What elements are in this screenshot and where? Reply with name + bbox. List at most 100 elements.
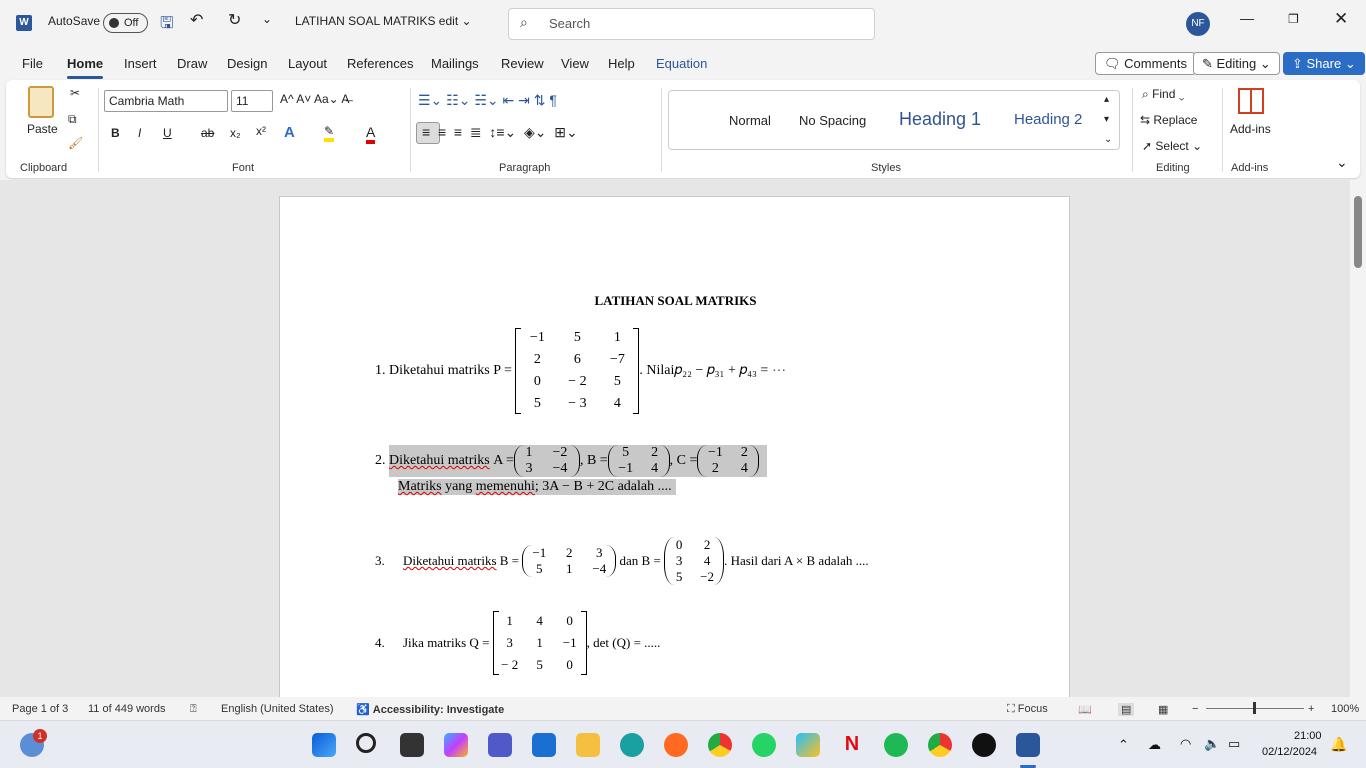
file-explorer-icon[interactable] <box>576 733 600 757</box>
zoom-out-icon[interactable]: − <box>1192 703 1198 715</box>
chrome-profile-icon[interactable] <box>928 733 952 757</box>
redo-icon[interactable]: ↻ <box>228 10 241 30</box>
editing-mode-button[interactable]: ✎ Editing ⌄ <box>1193 52 1280 75</box>
netflix-icon[interactable]: N <box>840 733 864 757</box>
comments-button[interactable]: 🗨 Comments <box>1095 52 1196 75</box>
wifi-icon[interactable]: ◠ <box>1180 736 1191 752</box>
document-title[interactable]: LATIHAN SOAL MATRIKS edit ⌄ <box>295 14 472 28</box>
grow-font-icon[interactable]: A^ A˅ Aa⌄ A̶ <box>280 92 349 106</box>
replace-button[interactable]: ⇆ Replace <box>1140 113 1197 127</box>
text-effects-icon[interactable]: A <box>284 124 295 141</box>
styles-scroll-icon[interactable]: ▴ ▾ ⌄ <box>1104 90 1112 150</box>
font-color-icon[interactable]: A <box>366 124 376 144</box>
network-sync-icon[interactable]: ☁ <box>1148 737 1161 753</box>
highlight-icon[interactable]: ✎ <box>324 124 335 142</box>
tab-equation[interactable]: Equation <box>656 56 707 71</box>
edge-icon[interactable] <box>620 733 644 757</box>
strikethrough-button[interactable]: ab <box>201 126 214 140</box>
add-ins-button[interactable]: Add-ins <box>1230 122 1271 136</box>
question-2: 2. Diketahui matriks A = 1 −2 3 −4 , B = 5 2… <box>375 445 768 477</box>
style-heading-1[interactable]: Heading 1 <box>899 109 981 130</box>
undo-icon[interactable]: ↶ <box>190 10 203 30</box>
superscript-button[interactable]: x² <box>256 124 266 138</box>
tab-help[interactable]: Help <box>608 56 635 71</box>
whatsapp-icon[interactable] <box>752 733 776 757</box>
proofing-icon[interactable]: ⍰ <box>190 703 197 716</box>
bold-button[interactable]: B <box>111 126 120 140</box>
collapse-ribbon-icon[interactable]: ⌄ <box>1336 154 1348 171</box>
underline-button[interactable]: U <box>163 126 172 140</box>
select-button[interactable]: ➚ Select ⌄ <box>1142 139 1202 153</box>
format-painter-icon[interactable]: 🖌 <box>68 136 83 150</box>
page-count[interactable]: Page 1 of 3 <box>12 703 68 715</box>
add-ins-icon[interactable] <box>1238 88 1264 114</box>
cut-icon[interactable]: ✂ <box>70 86 80 100</box>
search-taskbar-icon[interactable] <box>356 733 376 753</box>
teams-icon[interactable] <box>488 733 512 757</box>
matrix-cell: −1 <box>529 330 545 345</box>
styles-gallery: Normal No Spacing Heading 1 Heading 2 <box>668 90 1120 150</box>
customize-toolbar-icon[interactable]: ⌄ <box>262 12 272 26</box>
spotify-icon[interactable] <box>884 733 908 757</box>
word-taskbar-icon[interactable] <box>1016 733 1040 757</box>
battery-icon[interactable]: ▭ <box>1228 736 1240 752</box>
store-icon[interactable] <box>532 733 556 757</box>
share-icon: ⇪ <box>1292 56 1307 71</box>
web-layout-icon[interactable]: ▦ <box>1158 703 1168 716</box>
document-page[interactable]: LATIHAN SOAL MATRIKS 1. Diketahui matrik… <box>279 196 1070 697</box>
style-no-spacing[interactable]: No Spacing <box>799 113 866 128</box>
accessibility-status[interactable]: ♿ Accessibility: Investigate <box>356 703 504 716</box>
save-icon[interactable]: 🖫 <box>160 12 174 39</box>
search-input[interactable]: Search <box>508 8 875 40</box>
tab-view[interactable]: View <box>561 56 589 71</box>
app-icon[interactable] <box>972 733 996 757</box>
tab-file[interactable]: File <box>22 56 43 71</box>
language[interactable]: English (United States) <box>221 703 334 715</box>
task-view-icon[interactable] <box>400 733 424 757</box>
firefox-icon[interactable] <box>664 733 688 757</box>
tab-mailings[interactable]: Mailings <box>431 56 479 71</box>
autosave-toggle[interactable]: Off <box>103 13 148 33</box>
tab-references[interactable]: References <box>347 56 413 71</box>
zoom-in-icon[interactable]: + <box>1308 703 1314 715</box>
focus-button[interactable]: ⛶ Focus <box>1007 703 1048 716</box>
italic-button[interactable]: I <box>138 126 141 140</box>
media-player-icon[interactable] <box>796 733 820 757</box>
style-heading-2[interactable]: Heading 2 <box>1014 111 1082 128</box>
start-icon[interactable] <box>312 733 336 757</box>
zoom-slider-thumb[interactable] <box>1253 702 1256 714</box>
copilot-icon[interactable] <box>444 733 468 757</box>
font-name-select[interactable]: Cambria Math <box>104 90 228 112</box>
copy-icon[interactable]: ⧉ <box>68 112 77 127</box>
read-mode-icon[interactable]: 📖 <box>1078 703 1092 716</box>
minimize-icon[interactable]: — <box>1240 10 1254 26</box>
find-button[interactable]: ⌕ Find ⌄ <box>1142 87 1184 102</box>
paste-icon[interactable] <box>28 86 54 118</box>
zoom-level[interactable]: 100% <box>1331 703 1359 715</box>
comments-label: Comments <box>1124 56 1187 71</box>
show-hidden-icons[interactable]: ⌃ <box>1118 737 1129 753</box>
tab-review[interactable]: Review <box>501 56 544 71</box>
notifications-bell-icon[interactable]: 🔔 <box>1330 736 1347 753</box>
volume-icon[interactable]: 🔈 <box>1204 736 1220 752</box>
paste-button[interactable]: Paste <box>27 122 58 136</box>
tab-insert[interactable]: Insert <box>124 56 157 71</box>
word-count[interactable]: 11 of 449 words <box>88 703 165 715</box>
subscript-button[interactable]: x₂ <box>230 126 241 140</box>
style-normal[interactable]: Normal <box>729 113 771 128</box>
scrollbar-thumb[interactable] <box>1354 196 1362 268</box>
tab-home[interactable]: Home <box>67 56 104 79</box>
font-size-select[interactable]: 11 <box>231 90 273 112</box>
bullets-icon[interactable]: ☰⌄ ☷⌄ ☵⌄ ⇤ ⇥ ⇅ ¶ <box>418 92 557 109</box>
clock-time[interactable]: 21:00 <box>1294 730 1322 742</box>
clock-date[interactable]: 02/12/2024 <box>1262 746 1317 758</box>
share-button[interactable]: ⇪ Share ⌄ <box>1283 52 1365 75</box>
chrome-icon[interactable] <box>708 733 732 757</box>
tab-design[interactable]: Design <box>227 56 267 71</box>
tab-layout[interactable]: Layout <box>288 56 327 71</box>
restore-icon[interactable]: ❐ <box>1288 12 1299 26</box>
avatar[interactable]: NF <box>1186 12 1210 36</box>
print-layout-icon[interactable]: ▤ <box>1118 703 1135 716</box>
tab-draw[interactable]: Draw <box>177 56 207 71</box>
close-icon[interactable]: ✕ <box>1334 9 1348 29</box>
